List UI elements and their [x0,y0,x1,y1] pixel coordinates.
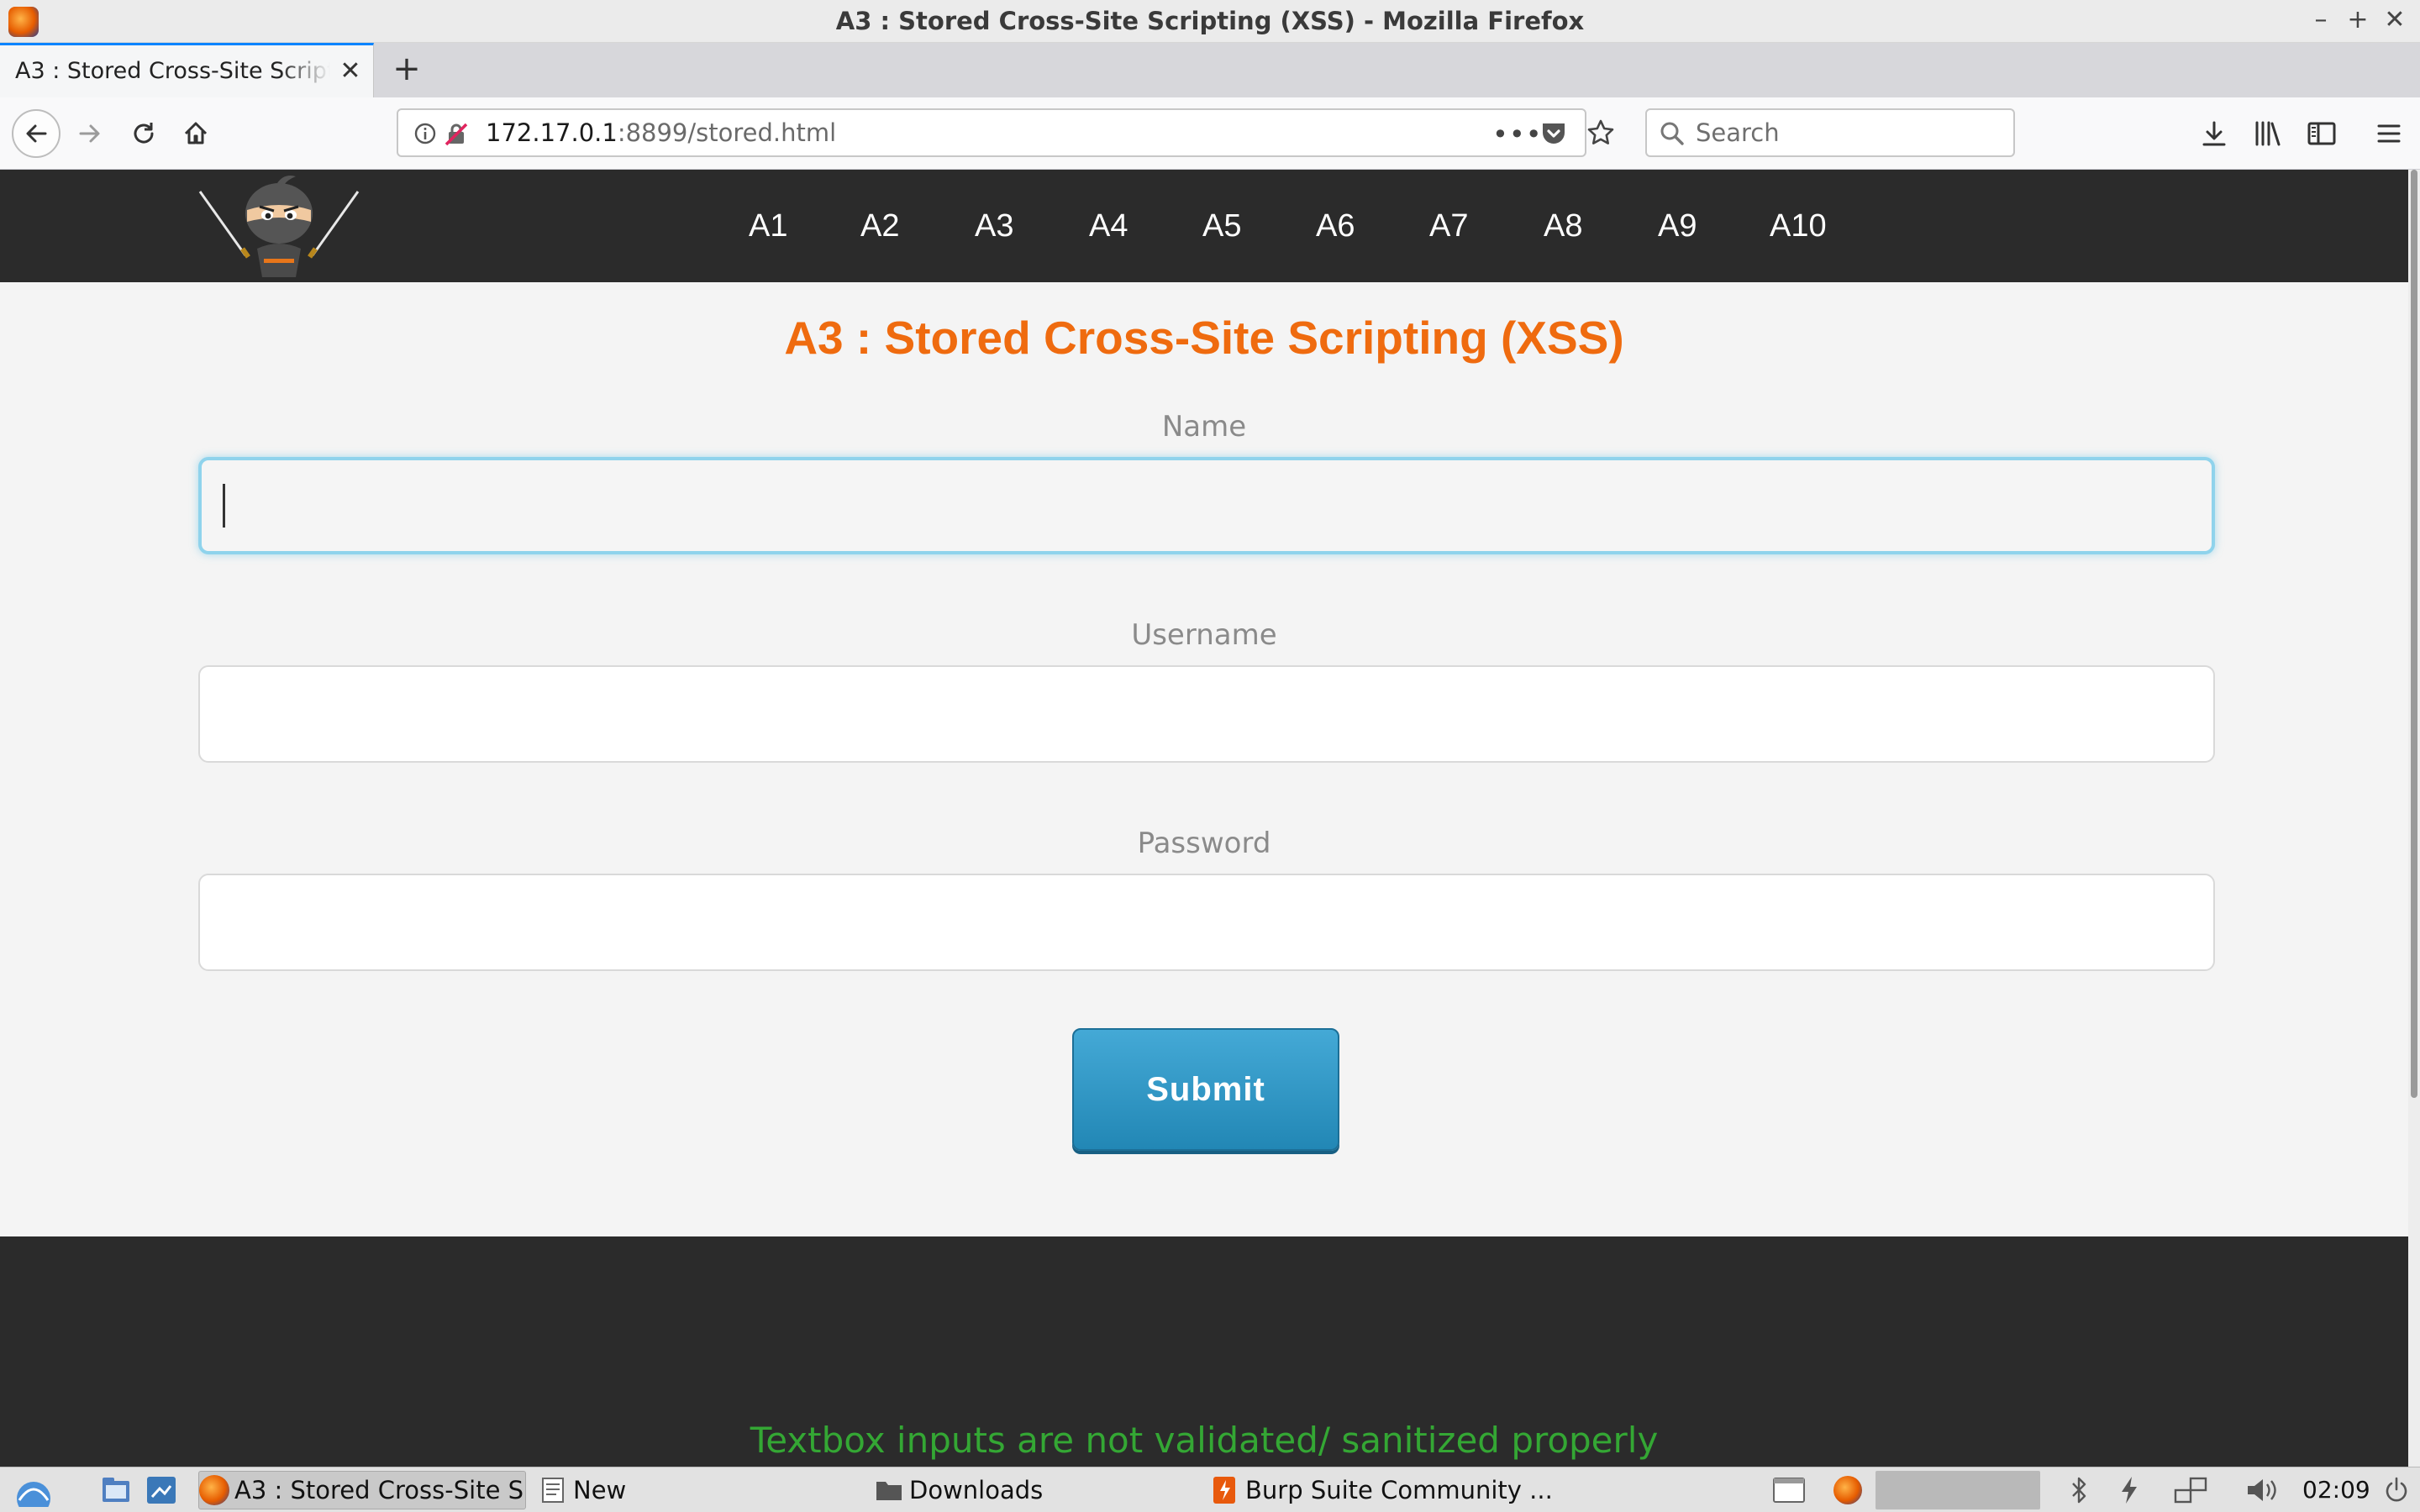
power-flash-icon[interactable] [2112,1471,2146,1509]
page-title: A3 : Stored Cross-Site Scripting (XSS) [784,312,1624,364]
site-footer: Textbox inputs are not validated/ saniti… [0,1236,2408,1467]
taskbar-burp-suite[interactable]: Burp Suite Community ... [1210,1471,1563,1509]
bluetooth-icon[interactable] [2064,1471,2094,1509]
reload-icon[interactable] [121,111,166,156]
page-content: A1 A2 A3 A4 A5 A6 A7 A8 A9 A10 A3 : Stor… [0,170,2408,1467]
bookmark-star-icon[interactable] [1586,118,1615,150]
library-icon[interactable] [2245,111,2291,156]
window-titlebar: A3 : Stored Cross-Site Scripting (XSS) -… [0,0,2420,43]
network-icon[interactable] [2171,1471,2212,1509]
page-scrollbar[interactable] [2408,170,2420,1467]
downloads-icon[interactable] [2191,111,2237,156]
search-icon [1659,120,1686,150]
text-caret [223,484,225,528]
minimize-icon[interactable]: – [2304,3,2338,37]
nav-link-a8[interactable]: A8 [1544,170,1582,282]
scrollbar-thumb[interactable] [2411,170,2417,1098]
name-input[interactable] [198,457,2215,554]
nav-link-a5[interactable]: A5 [1202,170,1241,282]
taskbar-downloads[interactable]: Downloads [874,1471,1193,1509]
nav-link-a7[interactable]: A7 [1429,170,1468,282]
workspace-pager[interactable] [1876,1471,2040,1509]
close-window-icon[interactable]: ✕ [2378,3,2412,37]
desktop-switcher-icon[interactable] [143,1471,180,1509]
burp-icon [1210,1475,1240,1505]
show-desktop-icon[interactable] [1770,1471,1808,1509]
search-input[interactable] [1696,115,1998,150]
volume-icon[interactable] [2242,1471,2282,1509]
text-editor-icon [538,1475,568,1505]
nav-link-a4[interactable]: A4 [1089,170,1128,282]
username-input[interactable] [198,665,2215,763]
firefox-tray-icon[interactable] [1828,1471,1867,1509]
file-manager-icon[interactable] [97,1471,134,1509]
taskbar-firefox[interactable]: A3 : Stored Cross-Site S... [198,1471,526,1509]
tab-strip: A3 : Stored Cross-Site Scripting (XSS) ✕… [0,43,2420,97]
submit-button[interactable]: Submit [1072,1028,1339,1151]
site-header: A1 A2 A3 A4 A5 A6 A7 A8 A9 A10 [0,170,2408,282]
url-text: 172.17.0.1:8899/stored.html [486,118,837,147]
tab-label: A3 : Stored Cross-Site Scripting (XSS) [15,45,330,97]
window-title: A3 : Stored Cross-Site Scripting (XSS) -… [835,7,1585,35]
password-label: Password [1137,827,1271,860]
navigation-toolbar: 172.17.0.1:8899/stored.html ••• [0,97,2420,170]
url-bar[interactable]: 172.17.0.1:8899/stored.html ••• [397,108,1614,157]
start-menu-icon[interactable] [7,1471,60,1509]
nav-link-a10[interactable]: A10 [1770,170,1827,282]
new-tab-icon[interactable]: + [388,43,425,97]
home-icon[interactable] [173,111,218,156]
insecure-connection-icon[interactable] [444,122,469,150]
ninja-logo [197,171,361,281]
taskbar-item-label: Downloads [909,1476,1044,1504]
desktop-taskbar: A3 : Stored Cross-Site S... New Download… [0,1467,2420,1512]
taskbar-item-label: A3 : Stored Cross-Site S... [234,1476,526,1504]
taskbar-item-label: New [573,1476,627,1504]
maximize-icon[interactable]: + [2341,3,2375,37]
taskbar-item-label: Burp Suite Community ... [1245,1476,1553,1504]
back-button-icon[interactable] [12,109,60,158]
firefox-icon [199,1475,229,1505]
shutdown-icon[interactable] [2380,1471,2413,1509]
nav-link-a9[interactable]: A9 [1658,170,1697,282]
nav-link-a3[interactable]: A3 [975,170,1013,282]
sidebar-toggle-icon[interactable] [2299,111,2344,156]
search-bar[interactable] [1645,108,2015,157]
forward-button-icon[interactable] [67,111,113,156]
taskbar-clock: 02:09 [2302,1476,2370,1504]
pocket-icon[interactable] [1539,120,1568,150]
nav-link-a1[interactable]: A1 [749,170,787,282]
tab-close-icon[interactable]: ✕ [336,45,365,97]
taskbar-text-editor[interactable]: New [538,1471,849,1509]
tab-stored-xss[interactable]: A3 : Stored Cross-Site Scripting (XSS) ✕ [0,43,374,97]
footer-hint: Textbox inputs are not validated/ saniti… [750,1420,1659,1461]
site-info-icon[interactable] [413,122,437,149]
nav-link-a6[interactable]: A6 [1316,170,1355,282]
folder-icon [874,1475,904,1505]
hamburger-menu-icon[interactable] [2366,111,2412,156]
username-label: Username [1131,618,1277,652]
name-label: Name [1161,410,1247,444]
page-actions-icon[interactable]: ••• [1492,118,1543,150]
nav-link-a2[interactable]: A2 [860,170,899,282]
password-input[interactable] [198,874,2215,971]
